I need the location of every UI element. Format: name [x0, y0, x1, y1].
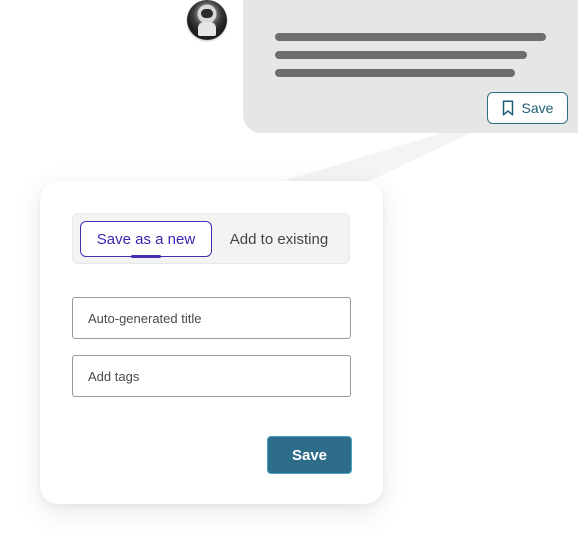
save-mode-tabs: Save as a new Add to existing — [72, 213, 350, 264]
message-text-placeholder-line — [275, 69, 515, 77]
tags-input[interactable] — [72, 355, 351, 397]
tab-save-as-new[interactable]: Save as a new — [80, 221, 212, 258]
message-save-label: Save — [521, 100, 554, 116]
tab-add-to-existing[interactable]: Add to existing — [223, 221, 335, 257]
save-dialog: Save as a new Add to existing Save — [40, 181, 383, 504]
user-avatar — [187, 0, 227, 40]
save-button[interactable]: Save — [267, 436, 352, 474]
bookmark-icon — [502, 100, 513, 116]
message-save-button[interactable]: Save — [487, 92, 568, 124]
message-text-placeholder-line — [275, 33, 546, 41]
message-text-placeholder-line — [275, 51, 527, 59]
tab-add-to-existing-label: Add to existing — [229, 230, 329, 248]
active-tab-indicator — [131, 255, 161, 258]
save-button-label: Save — [291, 446, 328, 464]
astronaut-helmet-visor — [201, 9, 213, 18]
tab-save-as-new-label: Save as a new — [96, 230, 196, 248]
astronaut-suit — [198, 22, 216, 36]
title-input[interactable] — [72, 297, 351, 339]
message-bubble: Save — [243, 0, 578, 133]
